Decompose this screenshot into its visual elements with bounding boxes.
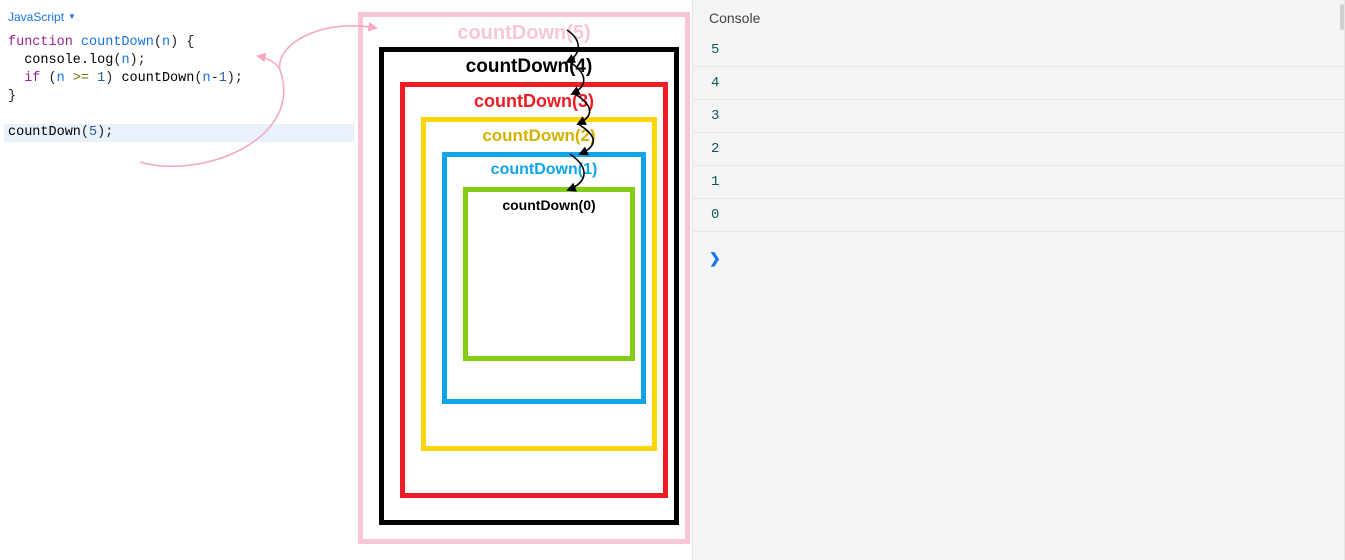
console-panel: Console 5 4 3 2 1 0 ❯: [692, 0, 1345, 560]
scrollbar-thumb[interactable]: [1340, 4, 1344, 30]
frame-countdown-3: countDown(3) countDown(2) countDown(1) c…: [400, 82, 668, 498]
frame-countdown-0: countDown(0): [463, 187, 635, 361]
frame-label: countDown(1): [491, 161, 598, 179]
console-row: 0: [693, 199, 1344, 232]
frame-countdown-4: countDown(4) countDown(3) countDown(2) c…: [379, 47, 679, 525]
frame-label: countDown(3): [474, 91, 594, 112]
chevron-down-icon: ▼: [68, 8, 76, 26]
language-name: JavaScript: [8, 8, 64, 26]
app-root: JavaScript ▼ function countDown(n) { con…: [0, 0, 1345, 560]
recursion-diagram: countDown(5) countDown(4) countDown(3) c…: [358, 0, 692, 560]
frame-label: countDown(0): [502, 197, 595, 213]
language-selector[interactable]: JavaScript ▼: [4, 6, 76, 34]
code-editor[interactable]: JavaScript ▼ function countDown(n) { con…: [0, 0, 358, 560]
console-row: 3: [693, 100, 1344, 133]
code-line-4[interactable]: }: [4, 88, 354, 106]
frame-countdown-1: countDown(1) countDown(0): [442, 152, 646, 404]
code-line-2[interactable]: console.log(n);: [4, 52, 354, 70]
frame-label: countDown(5): [457, 22, 590, 45]
console-title: Console: [693, 0, 1344, 34]
code-line-1[interactable]: function countDown(n) {: [4, 34, 354, 52]
frame-countdown-2: countDown(2) countDown(1) countDown(0): [421, 117, 657, 451]
frame-label: countDown(2): [482, 126, 595, 146]
code-line-6[interactable]: countDown(5);: [4, 124, 354, 142]
prompt-chevron-icon: ❯: [709, 250, 721, 266]
console-row: 5: [693, 34, 1344, 67]
console-prompt[interactable]: ❯: [693, 232, 1344, 285]
code-line-5[interactable]: [4, 106, 354, 124]
console-row: 4: [693, 67, 1344, 100]
code-line-3[interactable]: if (n >= 1) countDown(n-1);: [4, 70, 354, 88]
frame-label: countDown(4): [466, 56, 593, 78]
call-stack-frames: countDown(5) countDown(4) countDown(3) c…: [358, 12, 690, 544]
console-row: 2: [693, 133, 1344, 166]
frame-countdown-5: countDown(5) countDown(4) countDown(3) c…: [358, 12, 690, 544]
console-output: 5 4 3 2 1 0: [693, 34, 1344, 232]
console-row: 1: [693, 166, 1344, 199]
